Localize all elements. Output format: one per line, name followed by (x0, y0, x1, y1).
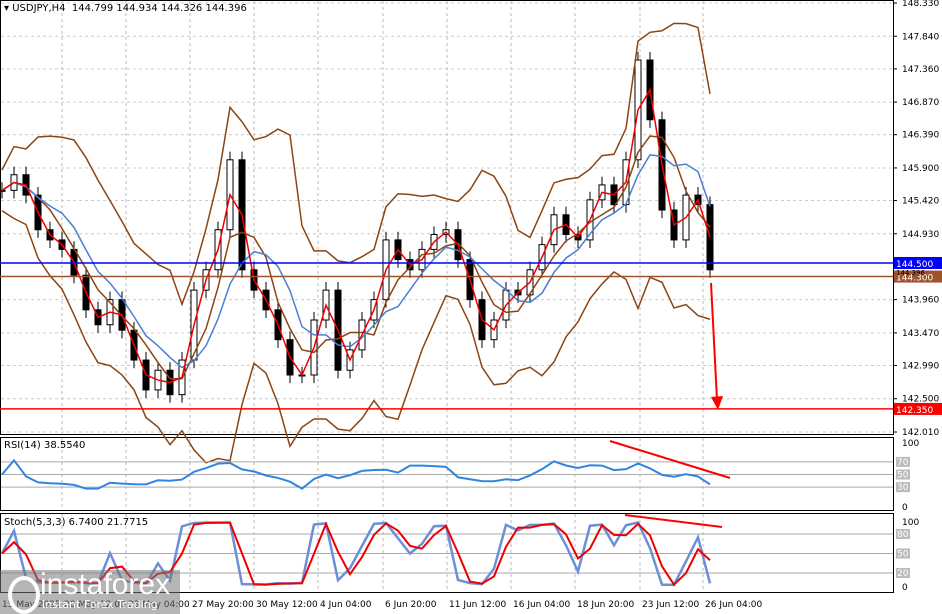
chart-window[interactable]: 15 May 202520 May 12:0023 May 04:0027 Ma… (0, 0, 942, 614)
stoch-level-label: 50 (897, 550, 909, 560)
price-tick-label: 145.900 (902, 164, 939, 174)
collapse-arrow-icon[interactable]: ▾ (4, 3, 9, 14)
price-tick-label: 144.930 (902, 230, 939, 240)
time-tick-label: 27 May 20:00 (192, 600, 254, 610)
time-tick-label: 23 Jun 12:00 (642, 600, 699, 610)
price-tick-label: 146.870 (902, 98, 939, 108)
price-tick-label: 142.010 (902, 428, 939, 438)
instaforex-logo-icon (8, 576, 40, 614)
chart-symbol: USDJPY,H4 (12, 3, 66, 14)
watermark-tagline: Instant Forex Trading (42, 598, 158, 611)
current-price-label: 144.396 (896, 269, 925, 277)
price-tick-label: 143.960 (902, 296, 939, 306)
price-tick-label: 146.390 (902, 131, 939, 141)
ohlc-values: 144.799 144.934 144.326 144.396 (71, 3, 247, 14)
rsi-level-label: 50 (897, 471, 909, 481)
time-tick-label: 16 Jun 04:00 (513, 600, 570, 610)
price-tick-label: 143.470 (902, 329, 939, 339)
time-tick-label: 11 Jun 12:00 (449, 600, 506, 610)
price-tick-label: 142.990 (902, 361, 939, 371)
moving-average-red (1, 87, 711, 384)
price-tick-label: 147.360 (902, 65, 939, 75)
chart-header: ▾ USDJPY,H4 144.799 144.934 144.326 144.… (4, 3, 247, 14)
time-tick-label: 26 Jun 04:00 (705, 600, 762, 610)
stoch-level-label: 80 (897, 530, 909, 540)
price-tick-label: 147.840 (902, 32, 939, 42)
bollinger-upper (1, 22, 711, 307)
bollinger-lower (1, 210, 711, 464)
forecast-arrow (710, 282, 718, 401)
watermark-brand: instaforex (40, 568, 171, 601)
rsi-scale-max: 100 (902, 439, 919, 449)
time-tick-label: 30 May 12:00 (256, 600, 318, 610)
time-tick-label: 6 Jun 20:00 (385, 600, 437, 610)
rsi-label: RSI(14) 38.5540 (4, 440, 86, 451)
rsi-scale-min: 0 (902, 503, 908, 513)
price-tick-label: 145.420 (902, 197, 939, 207)
time-tick-label: 4 Jun 04:00 (320, 600, 372, 610)
price-tick-label: 148.330 (902, 0, 939, 9)
stoch-scale-max: 100 (902, 518, 919, 528)
stoch-scale-min: 0 (902, 583, 908, 593)
instaforex-watermark: instaforex Instant Forex Trading (0, 568, 180, 614)
time-tick-label: 18 Jun 20:00 (577, 600, 634, 610)
rsi-level-label: 70 (897, 458, 909, 468)
stoch-level-label: 20 (897, 569, 909, 579)
rsi-divergence-line (609, 440, 731, 479)
arrow-head-icon (711, 396, 723, 410)
rsi-level-label: 30 (897, 483, 909, 493)
stoch-label: Stoch(5,3,3) 6.7400 21.7715 (4, 517, 149, 528)
level-label: 142.350 (896, 406, 933, 416)
